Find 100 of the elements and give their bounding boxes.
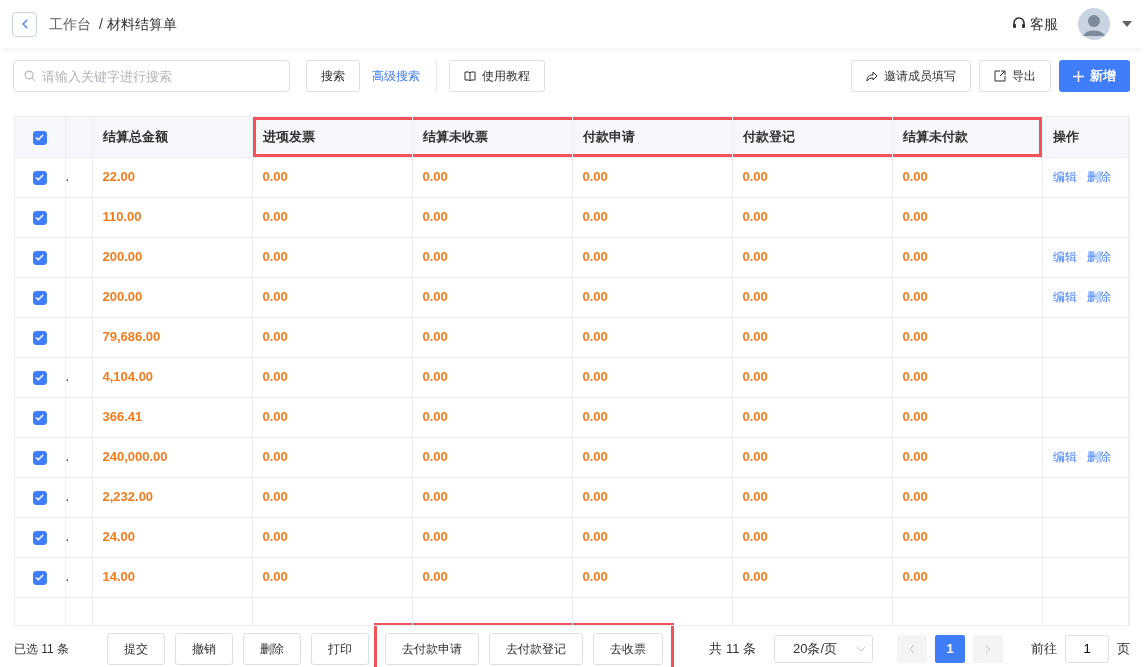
amount-cell: 0.00 [582, 489, 608, 505]
amount-cell: 0.00 [262, 249, 288, 265]
amount-cell: 0.00 [902, 169, 928, 185]
footer-button[interactable]: 去付款申请 [385, 632, 479, 665]
chevron-right-icon [985, 643, 991, 654]
amount-cell: 0.00 [422, 409, 448, 425]
amount-cell: 0.00 [262, 489, 288, 505]
amount-cell: 0.00 [262, 209, 288, 225]
row-checkbox[interactable] [32, 170, 47, 185]
amount-cell: 0.00 [422, 569, 448, 585]
amount-cell: 0.00 [902, 569, 928, 585]
row-checkbox[interactable] [32, 450, 47, 465]
amount-cell: 0.00 [582, 449, 608, 465]
goto-label: 前往 [1031, 639, 1057, 658]
amount-cell: 0.00 [422, 369, 448, 385]
amount-cell: 0.00 [742, 249, 768, 265]
footer-button[interactable]: 打印 [311, 632, 369, 665]
search-button[interactable]: 搜索 [306, 60, 360, 92]
amount-cell: 24.00 [102, 529, 136, 545]
avatar[interactable] [1078, 8, 1110, 40]
edit-link[interactable]: 编辑 [1052, 450, 1077, 465]
page-button[interactable]: 1 [935, 634, 965, 663]
amount-cell: 0.00 [262, 409, 288, 425]
amount-cell: 0.00 [742, 329, 768, 345]
amount-cell: 0.00 [422, 449, 448, 465]
amount-cell: 0.00 [902, 489, 928, 505]
edit-link[interactable]: 编辑 [1052, 170, 1077, 185]
amount-cell: 0.00 [742, 169, 768, 185]
amount-cell: 22.00 [102, 169, 136, 185]
row-checkbox[interactable] [32, 370, 47, 385]
amount-cell: 0.00 [422, 329, 448, 345]
column-header: 进项发票 [262, 129, 315, 144]
column-header: 操作 [1052, 129, 1079, 144]
amount-cell: 0.00 [902, 249, 928, 265]
row-checkbox[interactable] [32, 570, 47, 585]
goto-page-field[interactable]: 1 [1065, 634, 1109, 663]
amount-cell: 0.00 [902, 529, 928, 545]
footer-button[interactable]: 提交 [107, 632, 165, 665]
amount-cell: 0.00 [582, 369, 608, 385]
amount-cell: 0.00 [742, 569, 768, 585]
footer-button[interactable]: 撤销 [175, 632, 233, 665]
delete-link[interactable]: 删除 [1086, 290, 1111, 305]
advanced-search-link[interactable]: 高级搜索 [372, 60, 420, 92]
row-checkbox[interactable] [32, 250, 47, 265]
row-checkbox[interactable] [32, 290, 47, 305]
amount-cell: 0.00 [902, 369, 928, 385]
amount-cell: 0.00 [742, 449, 768, 465]
footer-button[interactable]: 删除 [243, 632, 301, 665]
edit-link[interactable]: 编辑 [1052, 290, 1077, 305]
chevron-left-icon [909, 643, 915, 654]
column-header: 付款登记 [742, 129, 795, 144]
table-cell: . [65, 489, 70, 505]
export-button[interactable]: 导出 [979, 60, 1051, 92]
row-checkbox[interactable] [32, 330, 47, 345]
caret-icon[interactable] [1122, 21, 1132, 27]
table-cell: . [65, 529, 70, 545]
plus-icon [1073, 70, 1084, 82]
page-size-select[interactable]: 20条/页 [774, 634, 873, 663]
amount-cell: 0.00 [582, 329, 608, 345]
breadcrumb-link[interactable]: 工作台 [45, 13, 91, 35]
amount-cell: 240,000.00 [102, 449, 168, 465]
footer-button[interactable]: 去收票 [593, 632, 663, 665]
amount-cell: 0.00 [742, 209, 768, 225]
amount-cell: 79,686.00 [102, 329, 161, 345]
book-icon [464, 70, 476, 82]
amount-cell: 0.00 [262, 329, 288, 345]
amount-cell: 0.00 [902, 329, 928, 345]
service-link[interactable]: 客服 [1030, 13, 1058, 35]
delete-link[interactable]: 删除 [1086, 250, 1111, 265]
amount-cell: 0.00 [582, 249, 608, 265]
amount-cell: 0.00 [262, 569, 288, 585]
delete-link[interactable]: 删除 [1086, 450, 1111, 465]
selected-count: 已选 11 条 [14, 640, 71, 658]
search-field[interactable]: 请输入关键字进行搜索 [13, 60, 290, 92]
add-button[interactable]: 新增 [1059, 60, 1130, 92]
headset-icon [1012, 17, 1026, 31]
total-count: 共 11 条 [709, 639, 756, 658]
breadcrumb-current: / 材料结算单 [99, 14, 177, 34]
amount-cell: 200.00 [102, 289, 143, 305]
tutorial-button[interactable]: 使用教程 [449, 60, 545, 92]
table-cell: . [65, 569, 70, 585]
amount-cell: 0.00 [422, 209, 448, 225]
row-checkbox[interactable] [32, 530, 47, 545]
select-all-checkbox[interactable] [32, 130, 47, 145]
column-header: 结算未收票 [422, 129, 488, 144]
amount-cell: 0.00 [262, 289, 288, 305]
export-icon [994, 70, 1006, 82]
row-checkbox[interactable] [32, 410, 47, 425]
amount-cell: 0.00 [262, 449, 288, 465]
column-header: 付款申请 [582, 129, 635, 144]
footer-button[interactable]: 去付款登记 [489, 632, 583, 665]
delete-link[interactable]: 删除 [1086, 170, 1111, 185]
amount-cell: 0.00 [742, 369, 768, 385]
row-checkbox[interactable] [32, 490, 47, 505]
row-checkbox[interactable] [32, 210, 47, 225]
amount-cell: 0.00 [902, 209, 928, 225]
invite-button[interactable]: 邀请成员填写 [851, 60, 971, 92]
amount-cell: 2,232.00 [102, 489, 154, 505]
edit-link[interactable]: 编辑 [1052, 250, 1077, 265]
amount-cell: 0.00 [582, 289, 608, 305]
